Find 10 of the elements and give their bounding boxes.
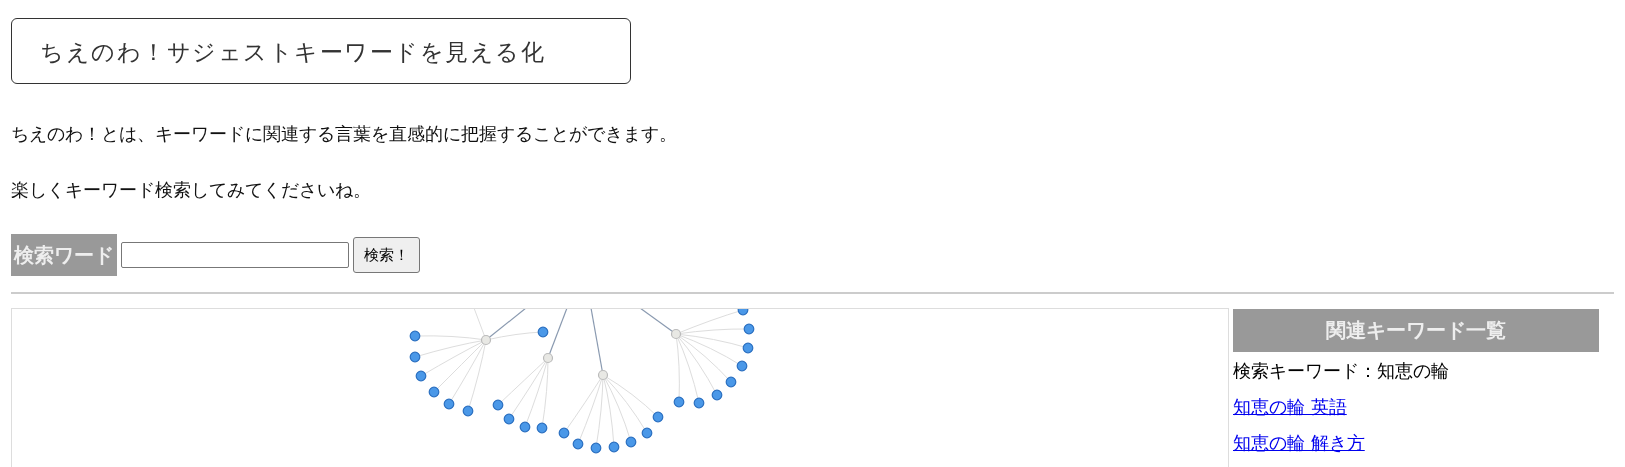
panel-heading: 関連キーワード一覧 [1233, 309, 1599, 352]
search-button[interactable]: 検索！ [353, 237, 420, 273]
site-title: ちえのわ！サジェストキーワードを見える化 [11, 18, 631, 84]
keyword-link[interactable]: 知恵の輪 英語 [1233, 394, 1347, 420]
query-text: 検索キーワード：知恵の輪 [1233, 359, 1450, 383]
search-field[interactable] [121, 242, 349, 268]
intro-text: 楽しくキーワード検索してみてくださいね。 [11, 179, 372, 202]
search-label: 検索ワード [11, 234, 117, 276]
keyword-link[interactable]: 知恵の輪 解き方 [1233, 430, 1365, 456]
intro-text: ちえのわ！とは、キーワードに関連する言葉を直感的に把握することができます。 [11, 123, 678, 146]
